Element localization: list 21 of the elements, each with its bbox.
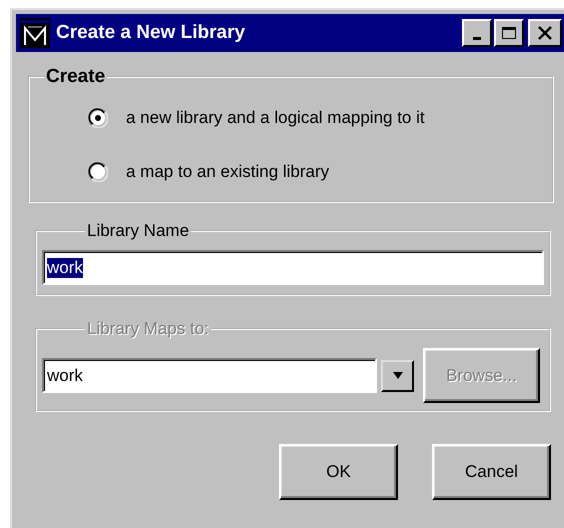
caret-icon bbox=[392, 372, 402, 380]
cancel-button[interactable]: Cancel bbox=[432, 444, 551, 500]
maximize-button[interactable] bbox=[494, 19, 524, 47]
option-label: a new library and a logical mapping to it bbox=[126, 108, 425, 128]
group-label: Create bbox=[45, 66, 106, 88]
radio-button[interactable] bbox=[88, 108, 108, 128]
group-label: Library Name bbox=[86, 221, 190, 241]
dropdown-button[interactable] bbox=[381, 360, 414, 392]
close-button[interactable] bbox=[528, 19, 562, 47]
field-text: work bbox=[47, 258, 83, 278]
minimize-button[interactable] bbox=[462, 19, 492, 47]
minimize-icon bbox=[473, 36, 481, 40]
maximize-icon bbox=[501, 26, 517, 40]
group-label: Library Maps to: bbox=[86, 319, 210, 339]
option-label: a map to an existing library bbox=[126, 162, 330, 182]
library-name-field[interactable]: work bbox=[42, 250, 544, 285]
window-title: Create a New Library bbox=[56, 22, 246, 44]
ok-button[interactable]: OK bbox=[279, 444, 398, 500]
app-icon bbox=[20, 18, 50, 48]
close-icon bbox=[537, 26, 553, 40]
radio-button[interactable] bbox=[88, 162, 108, 182]
